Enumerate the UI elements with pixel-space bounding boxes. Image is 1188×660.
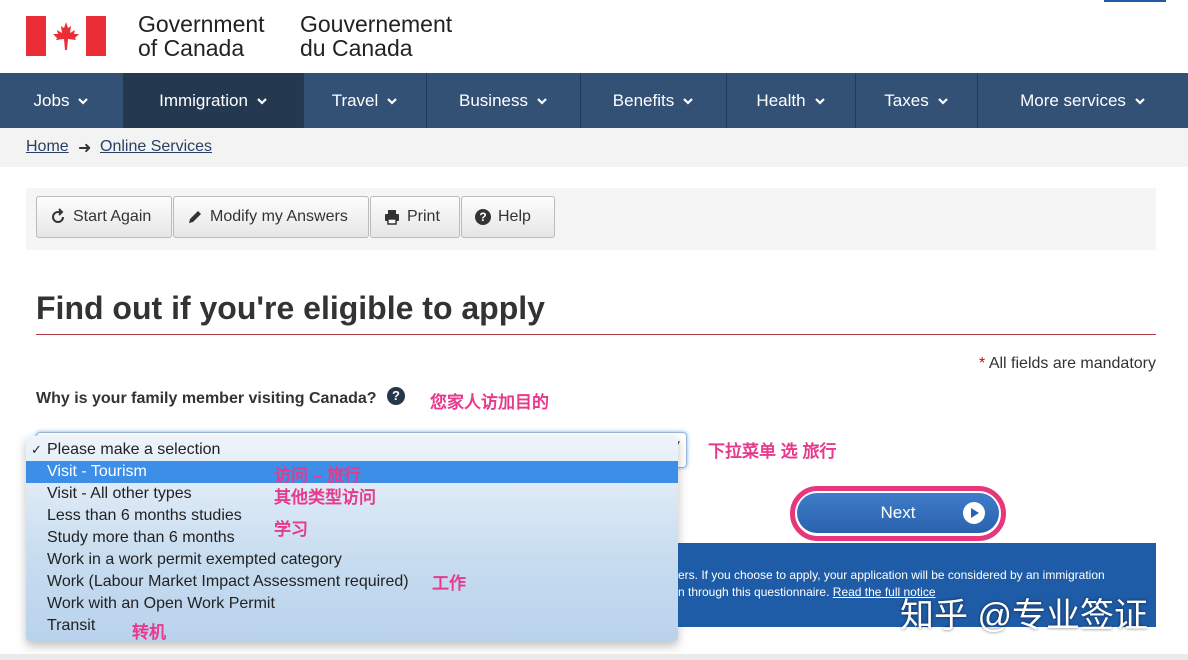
option-open-work-permit[interactable]: Work with an Open Work Permit [26,593,678,615]
option-label: Work with an Open Work Permit [47,595,275,612]
flag-right-bar [86,16,106,56]
wordmark-line-2: of Canada [138,35,245,61]
title-divider [36,334,1156,335]
annotation-work: 工作 [432,574,466,593]
checkmark-icon: ✓ [31,442,42,457]
print-button[interactable]: Print [370,196,460,238]
menu-item-taxes[interactable]: Taxes [856,73,978,128]
menu-label: Immigration [159,90,248,110]
chevron-down-icon [814,97,825,105]
mandatory-text: All fields are mandatory [988,355,1156,372]
option-label: Visit - All other types [47,485,192,502]
menu-label: More services [1020,90,1126,110]
questionnaire-toolbar: Start Again Modify my Answers Print ? He… [26,188,1156,250]
menu-item-travel[interactable]: Travel [304,73,427,128]
help-button[interactable]: ? Help [461,196,555,238]
flag-left-bar [26,16,46,56]
menu-label: Health [756,90,806,110]
breadcrumb-arrow-icon: ➜ [78,140,92,157]
menu-item-benefits[interactable]: Benefits [581,73,727,128]
gouvernement-du-canada-wordmark: Gouvernement du Canada [300,12,452,60]
breadcrumb-online-services-link[interactable]: Online Services [100,138,212,156]
option-short-study[interactable]: Less than 6 months studies [26,505,678,527]
print-label: Print [407,208,440,225]
refresh-icon [52,208,64,223]
question-label: Why is your family member visiting Canad… [36,390,377,407]
menu-label: Travel [331,90,379,110]
printer-icon [385,210,399,225]
help-label: Help [498,208,531,225]
menu-label: Jobs [33,90,70,110]
menu-item-immigration[interactable]: Immigration [124,73,304,128]
option-label: Transit [47,617,96,634]
start-again-label: Start Again [73,208,152,225]
wordmark-line-1: Government [138,11,265,37]
main-menu: Jobs Immigration Travel Business Benefit… [0,73,1188,128]
question-circle-icon: ? [475,209,491,225]
start-again-button[interactable]: Start Again [36,196,172,238]
chevron-down-icon [537,97,547,105]
maple-leaf-icon [53,22,79,50]
canada-flag-logo[interactable] [26,16,106,56]
annotation-visit-other: 其他类型访问 [274,488,376,507]
chevron-down-icon [937,97,948,105]
option-please-select[interactable]: ✓ Please make a selection [26,439,678,461]
pencil-icon [189,211,201,223]
page-title: Find out if you're eligible to apply [36,290,545,326]
site-header: Government of Canada Gouvernement du Can… [0,0,1188,73]
modify-answers-button[interactable]: Modify my Answers [173,196,369,238]
menu-item-more-services[interactable]: More services [978,73,1188,128]
wordmark-fr-line-2: du Canada [300,35,413,61]
breadcrumb: Home ➜ Online Services [0,128,1188,167]
option-work-exempt[interactable]: Work in a work permit exempted category [26,549,678,571]
menu-item-business[interactable]: Business [427,73,581,128]
option-label: Work in a work permit exempted category [47,551,342,568]
government-of-canada-wordmark: Government of Canada [138,12,265,60]
annotation-transit: 转机 [132,623,166,642]
required-star: * [979,355,986,372]
mandatory-fields-note: * All fields are mandatory [979,355,1156,373]
option-long-study[interactable]: Study more than 6 months [26,527,678,549]
next-label: Next [880,503,916,522]
option-label: Less than 6 months studies [47,507,242,524]
menu-item-jobs[interactable]: Jobs [0,73,124,128]
breadcrumb-home-link[interactable]: Home [26,138,69,156]
chevron-down-icon [683,97,693,105]
chevron-down-icon [387,97,398,105]
option-transit[interactable]: Transit [26,615,678,637]
modify-answers-label: Modify my Answers [210,208,348,225]
option-label: Study more than 6 months [47,529,235,546]
svg-text:?: ? [479,210,486,224]
zhihu-watermark: 知乎 @专业签证 [900,597,1148,635]
menu-label: Business [459,90,528,110]
next-button[interactable]: Next [797,493,999,533]
menu-label: Taxes [884,90,929,110]
chevron-down-icon [257,97,267,105]
annotation-study: 学习 [274,520,308,539]
annotation-purpose: 您家人访加目的 [430,393,549,412]
option-label: Visit - Tourism [47,463,147,480]
notice-line-1: ers. If you choose to apply, your applic… [678,568,1105,582]
menu-item-health[interactable]: Health [727,73,856,128]
page-bottom-border [0,654,1188,660]
chevron-down-icon [1135,97,1145,105]
play-circle-icon [963,502,985,524]
help-tooltip-icon[interactable]: ? [387,387,405,405]
notice-text: n through this questionnaire. [678,585,833,599]
option-label: Please make a selection [47,441,221,458]
option-label: Work (Labour Market Impact Assessment re… [47,573,409,590]
annotation-dropdown: 下拉菜单 选 旅行 [708,442,837,461]
option-work-lmia[interactable]: Work (Labour Market Impact Assessment re… [26,571,678,593]
language-toggle-link[interactable] [1104,0,1166,2]
chevron-down-icon [78,97,89,105]
wordmark-fr-line-1: Gouvernement [300,11,453,37]
menu-label: Benefits [612,90,675,110]
